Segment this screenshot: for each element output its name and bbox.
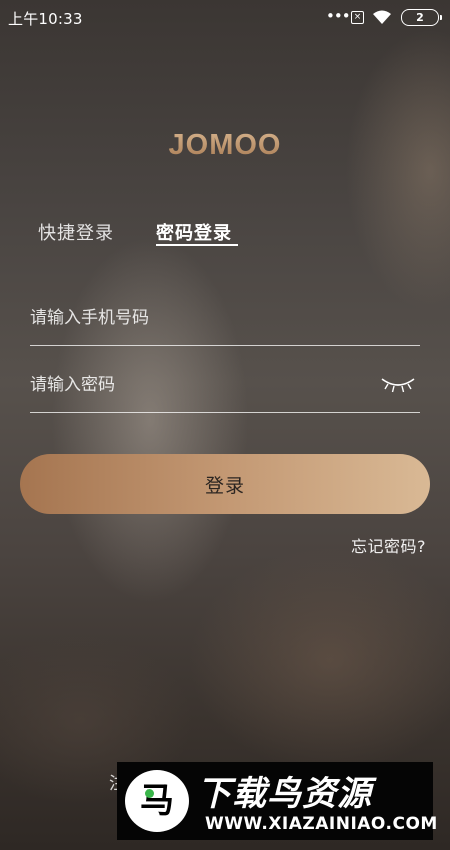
watermark-overlay: 马 下载鸟资源 WWW.XIAZAINIAO.COM — [117, 762, 437, 840]
phone-field — [30, 305, 420, 346]
tab-password-login[interactable]: 密码登录 — [156, 219, 232, 245]
no-sim-icon: × — [351, 11, 364, 24]
watermark-title: 下载鸟资源 — [197, 774, 372, 814]
password-field — [30, 372, 420, 413]
login-button[interactable]: 登录 — [20, 454, 430, 514]
wifi-icon — [373, 10, 391, 24]
tab-quick-login[interactable]: 快捷登录 — [38, 219, 114, 245]
watermark-logo-glyph: 马 — [140, 781, 174, 821]
phone-input[interactable] — [30, 305, 370, 331]
status-time: 上午10:33 — [8, 10, 83, 28]
watermark-logo-icon: 马 — [125, 770, 189, 832]
status-bar: 上午10:33 ••• × 2 — [0, 0, 450, 34]
password-input[interactable] — [30, 372, 370, 398]
forgot-password-link[interactable]: 忘记密码? — [351, 533, 426, 557]
login-screen: 上午10:33 ••• × 2 JOMOO 快捷登录 密码登录 登录 忘记密码?… — [0, 0, 450, 850]
watermark-logo-dot — [145, 789, 154, 798]
watermark-url: WWW.XIAZAINIAO.COM — [205, 814, 438, 834]
brand-logo: JOMOO — [0, 129, 450, 162]
battery-icon: 2 — [401, 9, 442, 26]
active-tab-indicator — [156, 244, 238, 246]
more-dots-icon: ••• — [326, 7, 351, 25]
eye-closed-icon[interactable] — [380, 375, 416, 395]
